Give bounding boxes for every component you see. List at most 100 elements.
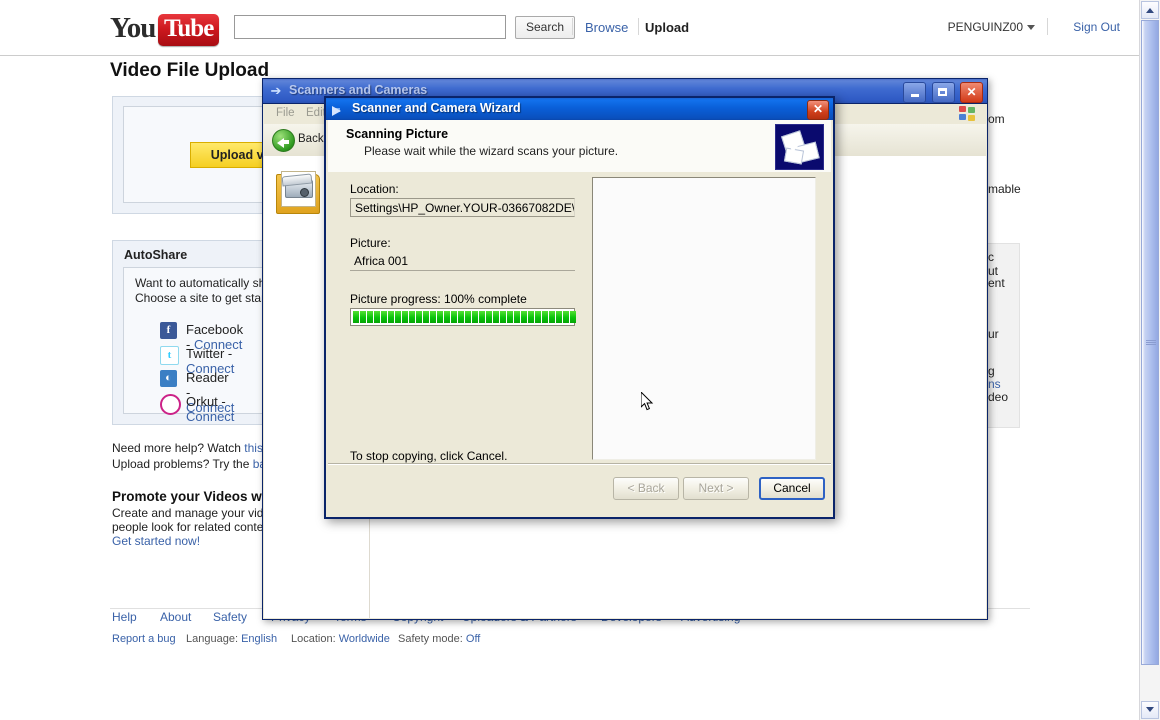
chevron-up-icon xyxy=(1146,8,1154,13)
orkut-connect-link[interactable]: Connect xyxy=(186,409,234,424)
progress-label: Picture progress: 100% complete xyxy=(350,292,527,306)
orkut-icon xyxy=(160,394,181,415)
right-fragment: mable xyxy=(988,182,1021,196)
nav-separator-3 xyxy=(1047,18,1048,35)
progress-segment xyxy=(423,311,429,323)
progress-segment xyxy=(486,311,492,323)
nav-browse[interactable]: Browse xyxy=(585,20,628,35)
right-fragment: om xyxy=(988,112,1005,126)
window-title: Scanners and Cameras xyxy=(289,83,428,97)
right-fragment: ur xyxy=(988,327,999,341)
scrollbar-thumb[interactable] xyxy=(1141,20,1159,665)
wizard-footer: < Back Next > Cancel xyxy=(328,463,831,515)
logo-you-text: You xyxy=(110,12,156,44)
safety-mode-value[interactable]: Off xyxy=(466,633,480,645)
autoshare-site-orkut: Orkut - Connect xyxy=(186,394,235,424)
progress-segment xyxy=(451,311,457,323)
close-button[interactable]: ✕ xyxy=(960,82,983,103)
progress-segment xyxy=(556,311,562,323)
progress-bar xyxy=(350,308,576,326)
minimize-icon xyxy=(910,93,919,97)
menu-file[interactable]: File xyxy=(276,107,295,119)
wizard-close-button[interactable]: ✕ xyxy=(807,100,829,120)
reader-icon: ◐ xyxy=(160,370,177,387)
progress-segment xyxy=(507,311,513,323)
progress-segment xyxy=(409,311,415,323)
right-fragment: c xyxy=(988,250,994,264)
wizard-heading: Scanning Picture xyxy=(346,127,449,141)
progress-segment xyxy=(437,311,443,323)
autoshare-heading: AutoShare xyxy=(124,248,188,262)
search-button[interactable]: Search xyxy=(515,16,576,39)
progress-segment xyxy=(381,311,387,323)
progress-bar-fill xyxy=(353,311,576,323)
right-fragment: ent xyxy=(988,276,1005,290)
account-username: PENGUINZ00 xyxy=(947,20,1023,34)
nav-upload[interactable]: Upload xyxy=(645,20,689,35)
footer-link-safety[interactable]: Safety xyxy=(213,610,247,624)
scanner-camera-icon: ➔ xyxy=(270,83,282,98)
menu-edit[interactable]: Edit xyxy=(306,107,326,119)
picture-label: Picture: xyxy=(350,236,391,250)
footer-link-about[interactable]: About xyxy=(160,610,191,624)
search-input[interactable] xyxy=(234,15,506,39)
wizard-title: Scanner and Camera Wizard xyxy=(352,101,521,115)
youtube-header: You Tube Search Browse Upload PENGUINZ00… xyxy=(0,0,1140,56)
screen: You Tube Search Browse Upload PENGUINZ00… xyxy=(0,0,1160,720)
chevron-down-icon xyxy=(1027,25,1035,31)
back-button-label: Back xyxy=(298,133,324,145)
nav-separator-2 xyxy=(638,18,639,35)
scanner-camera-wizard-dialog[interactable]: Scanner and Camera Wizard ✕ Scanning Pic… xyxy=(324,96,835,519)
twitter-icon: t xyxy=(160,346,179,365)
progress-segment xyxy=(360,311,366,323)
progress-segment xyxy=(374,311,380,323)
progress-segment xyxy=(430,311,436,323)
windows-flag-icon xyxy=(959,106,976,122)
get-started-link[interactable]: Get started now! xyxy=(112,534,200,548)
progress-segment xyxy=(402,311,408,323)
close-icon: ✕ xyxy=(966,84,977,99)
stop-copying-text: To stop copying, click Cancel. xyxy=(350,449,508,463)
minimize-button[interactable] xyxy=(903,82,927,103)
safety-mode-label: Safety mode: xyxy=(398,633,463,645)
picture-name-field: Africa 001 xyxy=(350,252,575,271)
location-field: Settings\HP_Owner.YOUR-03667082DE\Deskto… xyxy=(350,198,575,217)
progress-segment xyxy=(549,311,555,323)
progress-segment xyxy=(353,311,359,323)
language-value[interactable]: English xyxy=(241,633,277,645)
wizard-titlebar[interactable]: Scanner and Camera Wizard ✕ xyxy=(326,98,833,120)
cancel-button[interactable]: Cancel xyxy=(759,477,825,500)
youtube-logo[interactable]: You Tube xyxy=(110,10,220,46)
right-fragment[interactable]: ns xyxy=(988,377,1001,391)
right-fragment: deo xyxy=(988,390,1009,404)
progress-segment xyxy=(570,311,576,323)
facebook-icon: f xyxy=(160,322,177,339)
sign-out-link[interactable]: Sign Out xyxy=(1073,20,1120,34)
scroll-down-button[interactable] xyxy=(1141,701,1159,719)
back-arrow-icon xyxy=(272,129,295,152)
scanning-pages-icon xyxy=(775,124,824,170)
report-bug-link[interactable]: Report a bug xyxy=(112,633,176,645)
window-controls: ✕ xyxy=(901,82,983,103)
page-title: Video File Upload xyxy=(110,60,270,81)
progress-segment xyxy=(542,311,548,323)
location-value[interactable]: Worldwide xyxy=(339,633,390,645)
scroll-up-button[interactable] xyxy=(1141,1,1159,19)
back-button: < Back xyxy=(613,477,679,500)
page-scrollbar[interactable] xyxy=(1139,0,1160,720)
progress-segment xyxy=(465,311,471,323)
progress-segment xyxy=(458,311,464,323)
footer-link-help[interactable]: Help xyxy=(112,610,137,624)
close-icon: ✕ xyxy=(812,102,824,116)
wizard-subheading: Please wait while the wizard scans your … xyxy=(364,144,619,158)
progress-segment xyxy=(563,311,569,323)
progress-segment xyxy=(444,311,450,323)
maximize-button[interactable] xyxy=(931,82,955,103)
progress-segment xyxy=(521,311,527,323)
wizard-header: Scanning Picture Please wait while the w… xyxy=(328,120,831,173)
scanner-device-icon[interactable] xyxy=(276,171,320,215)
wizard-body: Location: Settings\HP_Owner.YOUR-0366708… xyxy=(328,172,831,465)
account-menu[interactable]: PENGUINZ00 xyxy=(948,20,1035,34)
maximize-icon xyxy=(938,87,948,96)
right-fragment: g xyxy=(988,364,995,378)
